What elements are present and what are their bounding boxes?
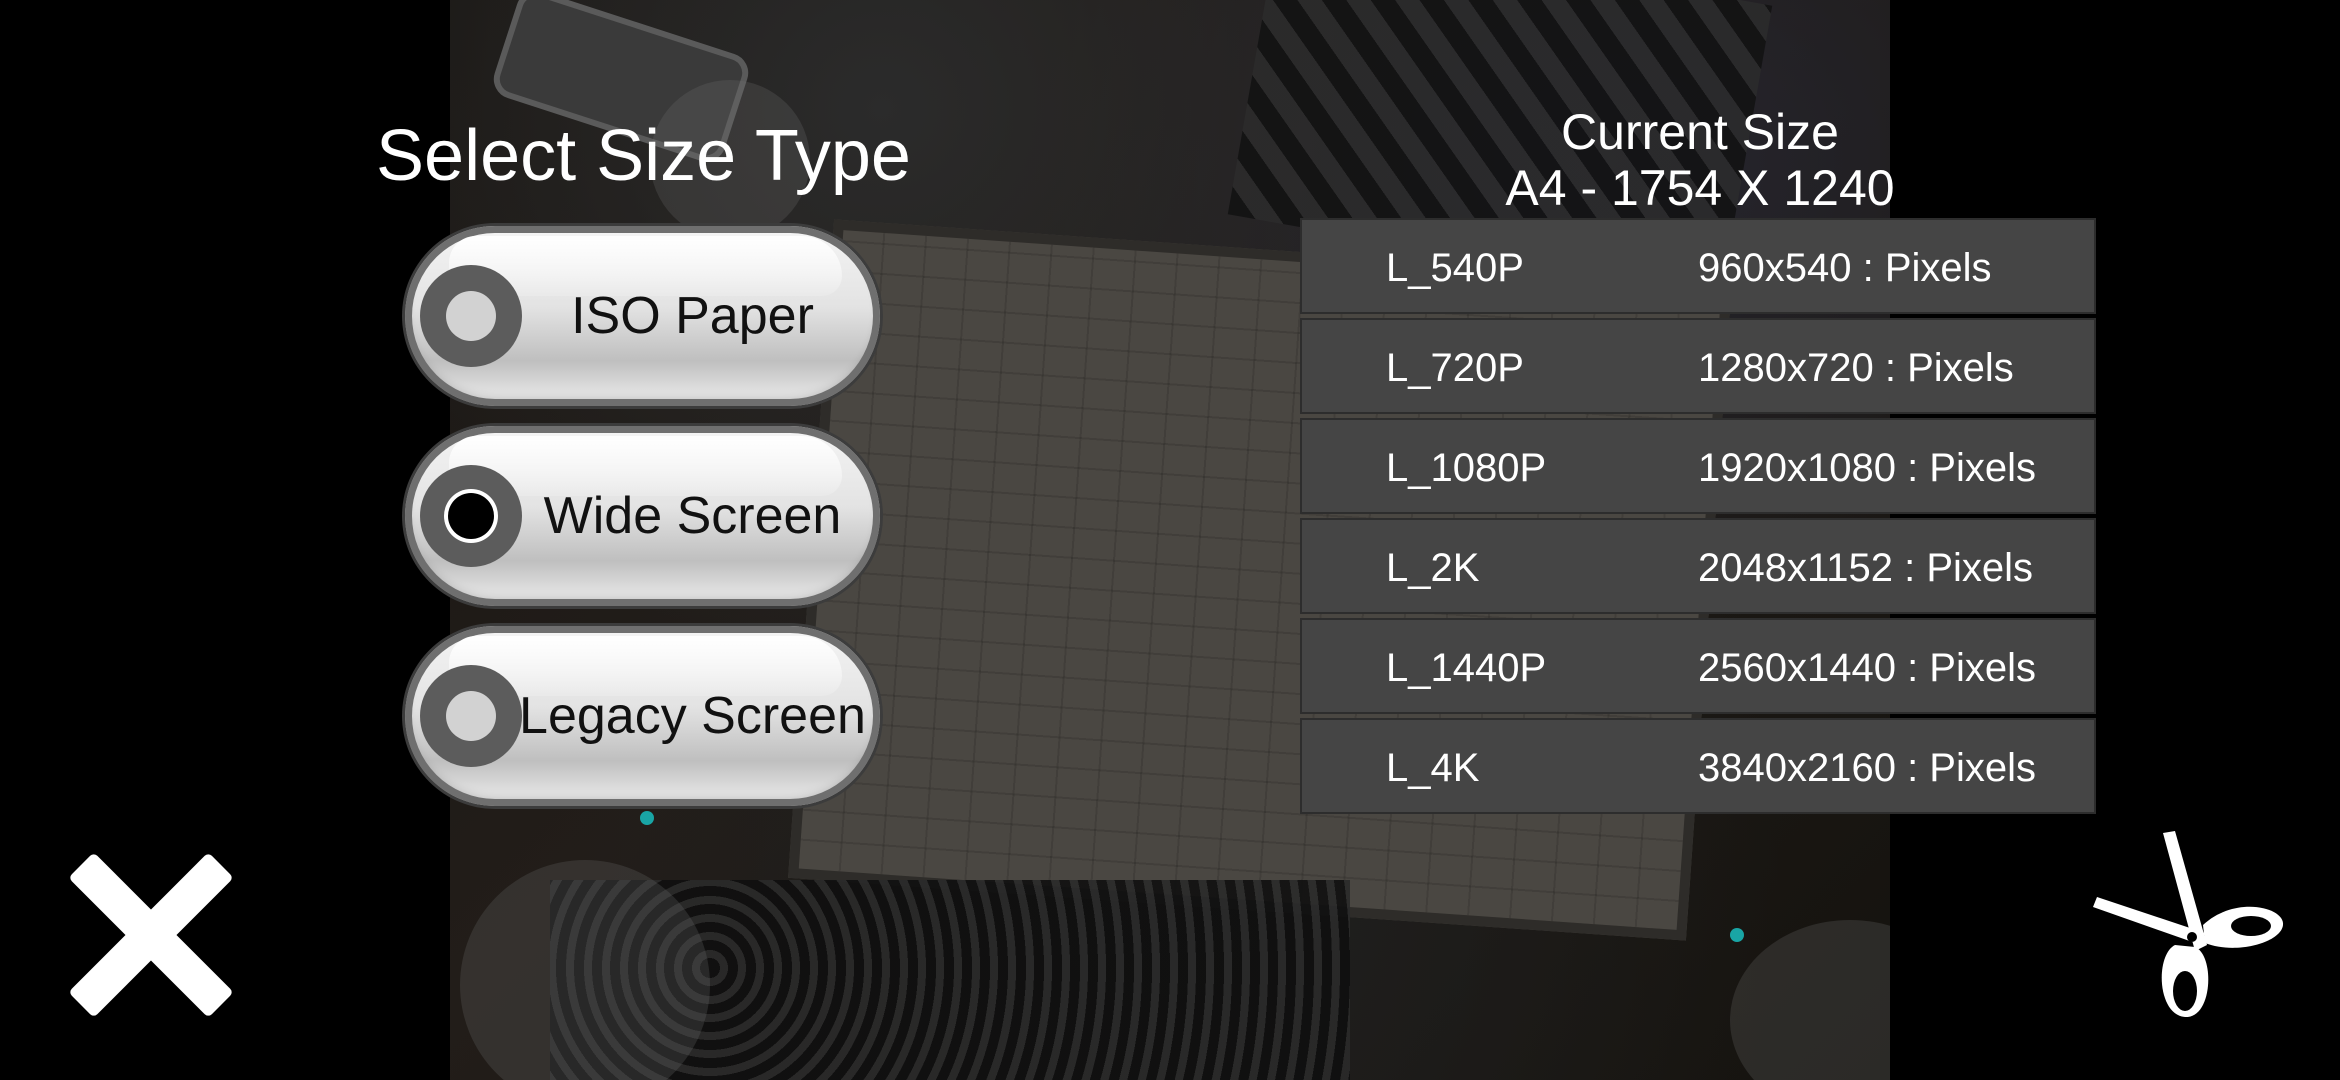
size-name: L_540P [1386,246,1524,290]
size-resolution: 2048x1152 : Pixels [1698,546,2034,590]
size-list: L_540P 960x540 : Pixels L_720P 1280x720 … [1300,218,2096,818]
current-size-value: A4 - 1754 X 1240 [1505,160,1895,216]
size-name: L_720P [1386,346,1524,390]
wide-screen-option[interactable]: Wide Screen [405,426,880,606]
size-row-l-720p[interactable]: L_720P 1280x720 : Pixels [1300,318,2096,414]
crop-corner-handle[interactable] [1730,920,1890,1080]
size-name: L_4K [1386,746,1480,790]
option-label: Legacy Screen [519,687,866,745]
option-label: Wide Screen [543,487,842,545]
radio-indicator [420,665,522,767]
size-name: L_1080P [1386,446,1547,490]
radio-indicator-selected [420,465,522,567]
close-button[interactable] [66,850,236,1020]
size-resolution: 1280x720 : Pixels [1698,346,2014,390]
legacy-screen-option[interactable]: Legacy Screen [405,626,880,806]
crop-corner-marker[interactable] [1730,928,1744,942]
size-row-l-2k[interactable]: L_2K 2048x1152 : Pixels [1300,518,2096,614]
current-size-panel: Current Size A4 - 1754 X 1240 [1440,104,1960,216]
crop-corner-marker[interactable] [640,811,654,825]
select-size-type-title: Select Size Type [376,116,911,196]
size-row-l-1440p[interactable]: L_1440P 2560x1440 : Pixels [1300,618,2096,714]
size-resolution: 2560x1440 : Pixels [1698,646,2037,690]
size-row-l-1080p[interactable]: L_1080P 1920x1080 : Pixels [1300,418,2096,514]
size-resolution: 3840x2160 : Pixels [1698,746,2037,790]
crop-button[interactable] [2085,825,2295,1035]
close-icon [70,854,232,1016]
size-name: L_2K [1386,546,1480,590]
option-label: ISO Paper [571,287,814,345]
iso-paper-option[interactable]: ISO Paper [405,226,880,406]
size-resolution: 960x540 : Pixels [1698,246,1992,290]
scissors-icon [2093,831,2284,1018]
current-size-heading: Current Size [1561,104,1839,160]
radio-indicator [420,265,522,367]
size-row-l-4k[interactable]: L_4K 3840x2160 : Pixels [1300,718,2096,814]
size-row-l-540p[interactable]: L_540P 960x540 : Pixels [1300,218,2096,314]
size-resolution: 1920x1080 : Pixels [1698,446,2037,490]
size-name: L_1440P [1386,646,1547,690]
